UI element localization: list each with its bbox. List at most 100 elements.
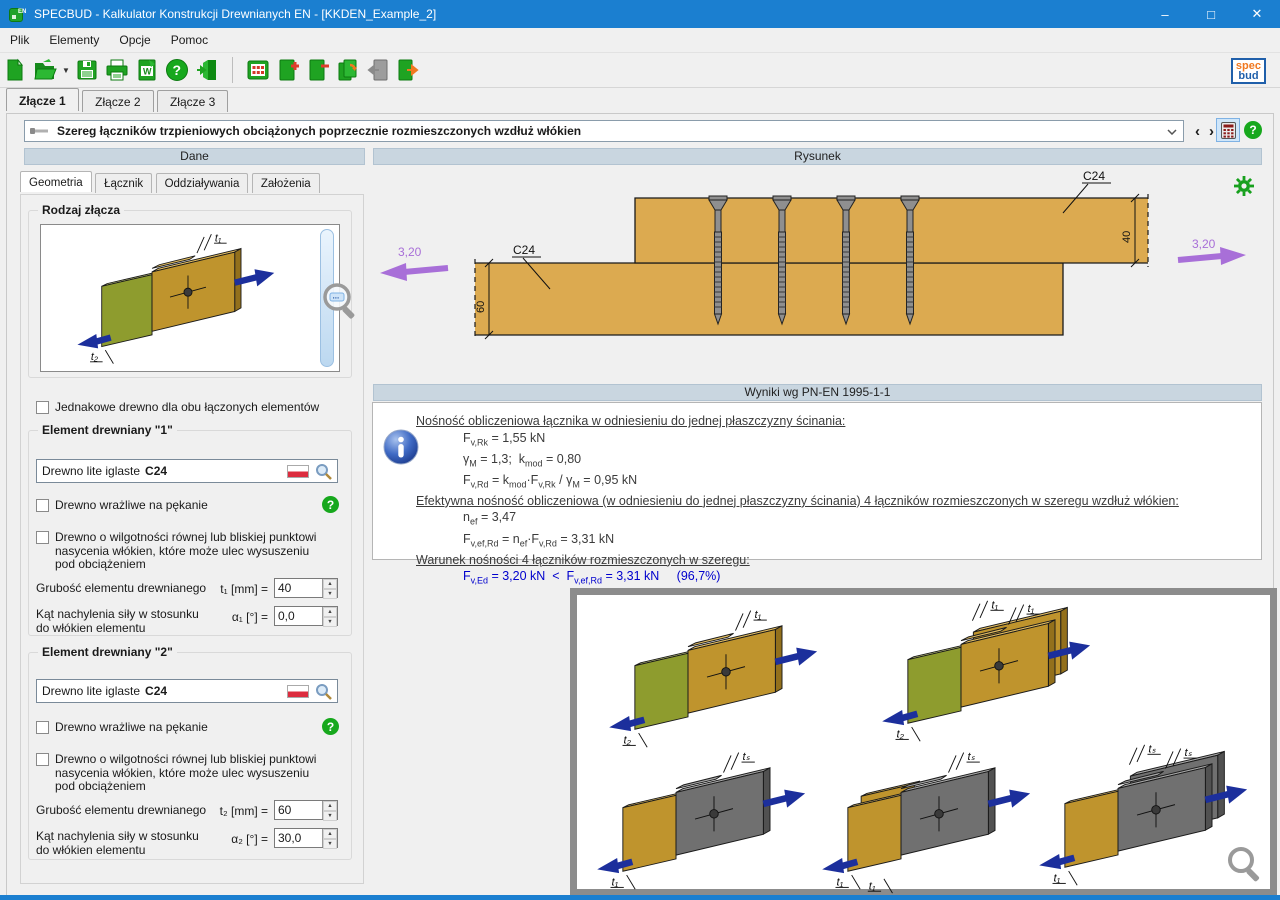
element1-thickness-value[interactable]: 40: [275, 579, 322, 597]
joint-zoom-button[interactable]: ...: [320, 282, 360, 322]
maximize-button[interactable]: □: [1188, 0, 1234, 28]
result-line: Nośność obliczeniowa łącznika w odniesie…: [416, 413, 1261, 430]
element1-material-text: Drewno lite iglaste: [42, 464, 140, 478]
element2-thickness-symbol: t₂ [mm] =: [204, 804, 268, 818]
connector-help-icon[interactable]: ?: [1244, 121, 1262, 139]
results-panel: Nośność obliczeniowa łącznika w odniesie…: [372, 402, 1262, 560]
joint-gallery-item[interactable]: t₁t₂: [599, 603, 834, 753]
svg-text:C24: C24: [1083, 169, 1105, 183]
joint-gallery-item[interactable]: t₁t₁t₂: [872, 597, 1107, 747]
element2-material-select[interactable]: Drewno lite iglaste C24: [36, 679, 338, 703]
element2-angle-stepper[interactable]: ▲▼: [322, 829, 337, 847]
drawing-settings-gear-icon[interactable]: [1234, 176, 1254, 196]
element2-moisture-label: Drewno o wilgotności równej lub bliskiej…: [55, 753, 323, 794]
element1-moisture-checkbox[interactable]: [36, 531, 49, 544]
result-line: Efektywna nośność obliczeniowa (w odnies…: [416, 493, 1261, 510]
previous-element-button[interactable]: [363, 55, 393, 85]
help-button[interactable]: ?: [162, 55, 192, 85]
chevron-down-icon[interactable]: [1161, 124, 1183, 138]
svg-text:t₁: t₁: [991, 599, 998, 611]
connector-type-select[interactable]: Szereg łączników trzpieniowych obciążony…: [24, 120, 1184, 142]
menu-item-elementy[interactable]: Elementy: [39, 28, 109, 52]
svg-text:...: ...: [333, 292, 340, 301]
window-bottom-edge: [0, 895, 1280, 900]
connector-type-text: Szereg łączników trzpieniowych obciążony…: [57, 124, 581, 138]
calculator-icon: [1221, 122, 1236, 139]
element1-title: Element drewniany "1": [38, 423, 177, 437]
calculator-toggle-button[interactable]: [1216, 118, 1240, 142]
element2-crack-help-icon[interactable]: ?: [322, 718, 339, 735]
previous-connector-button[interactable]: ‹: [1190, 121, 1205, 141]
result-line: Fv,Rk = 1,55 kN: [463, 430, 1261, 451]
tab-zalozenia[interactable]: Założenia: [252, 173, 320, 193]
menu-item-plik[interactable]: Plik: [0, 28, 39, 52]
close-button[interactable]: ✕: [1234, 0, 1280, 28]
new-file-button[interactable]: [0, 55, 30, 85]
help-icon: ?: [165, 58, 189, 82]
tab-zlacze-2[interactable]: Złącze 2: [82, 90, 153, 112]
same-wood-checkbox[interactable]: [36, 401, 49, 414]
element1-thickness-input[interactable]: 40 ▲▼: [274, 578, 338, 598]
element2-moisture-checkbox[interactable]: [36, 753, 49, 766]
copy-element-button[interactable]: [333, 55, 363, 85]
word-export-icon: W: [135, 58, 159, 82]
print-icon: [105, 58, 129, 82]
element1-angle-stepper[interactable]: ▲▼: [322, 607, 337, 625]
save-file-button[interactable]: [72, 55, 102, 85]
svg-text:40: 40: [1121, 231, 1133, 243]
print-button[interactable]: [102, 55, 132, 85]
toolbar-separator: [232, 57, 233, 83]
section-header-rysunek: Rysunek: [373, 148, 1262, 165]
joint-gallery-item[interactable]: tₛt₁t₁: [812, 745, 1047, 895]
element2-crack-checkbox[interactable]: [36, 721, 49, 734]
element-calculators-button[interactable]: [243, 55, 273, 85]
element1-thickness-symbol: t₁ [mm] =: [204, 582, 268, 596]
data-tab-strip: Geometria Łącznik Oddziaływania Założeni…: [20, 172, 319, 195]
menu-item-opcje[interactable]: Opcje: [109, 28, 160, 52]
results-lines: Nośność obliczeniowa łącznika w odniesie…: [373, 413, 1261, 589]
open-file-button[interactable]: [30, 55, 60, 85]
element2-thickness-value[interactable]: 60: [275, 801, 322, 819]
element1-crack-checkbox[interactable]: [36, 499, 49, 512]
element2-angle-input[interactable]: 30,0 ▲▼: [274, 828, 338, 848]
exit-button[interactable]: [192, 55, 222, 85]
remove-element-button[interactable]: [303, 55, 333, 85]
previous-element-icon: [366, 58, 390, 82]
element1-angle-label: Kąt nachylenia siły w stosunku do włókie…: [36, 608, 208, 635]
window-title: SPECBUD - Kalkulator Konstrukcji Drewnia…: [34, 7, 436, 21]
open-file-icon: [33, 58, 57, 82]
element1-crack-row: Drewno wrażliwe na pękanie: [36, 499, 306, 513]
menu-item-pomoc[interactable]: Pomoc: [161, 28, 218, 52]
element1-crack-help-icon[interactable]: ?: [322, 496, 339, 513]
tab-geometria[interactable]: Geometria: [20, 171, 92, 192]
tab-lacznik[interactable]: Łącznik: [95, 173, 152, 193]
material-search-icon[interactable]: [315, 683, 332, 700]
element1-thickness-stepper[interactable]: ▲▼: [322, 579, 337, 597]
material-search-icon[interactable]: [315, 463, 332, 480]
export-word-button[interactable]: W: [132, 55, 162, 85]
element1-angle-input[interactable]: 0,0 ▲▼: [274, 606, 338, 626]
tab-zlacze-3[interactable]: Złącze 3: [157, 90, 228, 112]
dowel-icon: [30, 126, 50, 136]
element2-thickness-input[interactable]: 60 ▲▼: [274, 800, 338, 820]
element1-grade-text: C24: [145, 464, 167, 478]
element1-angle-value[interactable]: 0,0: [275, 607, 322, 625]
joint-type-preview[interactable]: t₁t₂: [40, 224, 340, 372]
joint-gallery-item[interactable]: tₛt₁: [587, 745, 822, 895]
element2-angle-symbol: α₂ [°] =: [204, 832, 268, 846]
section-header-dane: Dane: [24, 148, 365, 165]
gallery-magnifier-icon[interactable]: [1225, 845, 1265, 885]
svg-text:t₁: t₁: [869, 880, 876, 892]
svg-text:t₁: t₁: [215, 232, 222, 244]
next-element-button[interactable]: [393, 55, 423, 85]
minimize-button[interactable]: –: [1142, 0, 1188, 28]
element1-material-select[interactable]: Drewno lite iglaste C24: [36, 459, 338, 483]
open-file-dropdown[interactable]: ▼: [60, 66, 72, 75]
element2-thickness-stepper[interactable]: ▲▼: [322, 801, 337, 819]
tab-zlacze-1[interactable]: Złącze 1: [6, 88, 79, 111]
tab-oddzialywania[interactable]: Oddziaływania: [156, 173, 249, 193]
element2-crack-row: Drewno wrażliwe na pękanie: [36, 721, 306, 735]
lower-member: [475, 263, 1063, 335]
element2-angle-value[interactable]: 30,0: [275, 829, 322, 847]
add-element-button[interactable]: [273, 55, 303, 85]
